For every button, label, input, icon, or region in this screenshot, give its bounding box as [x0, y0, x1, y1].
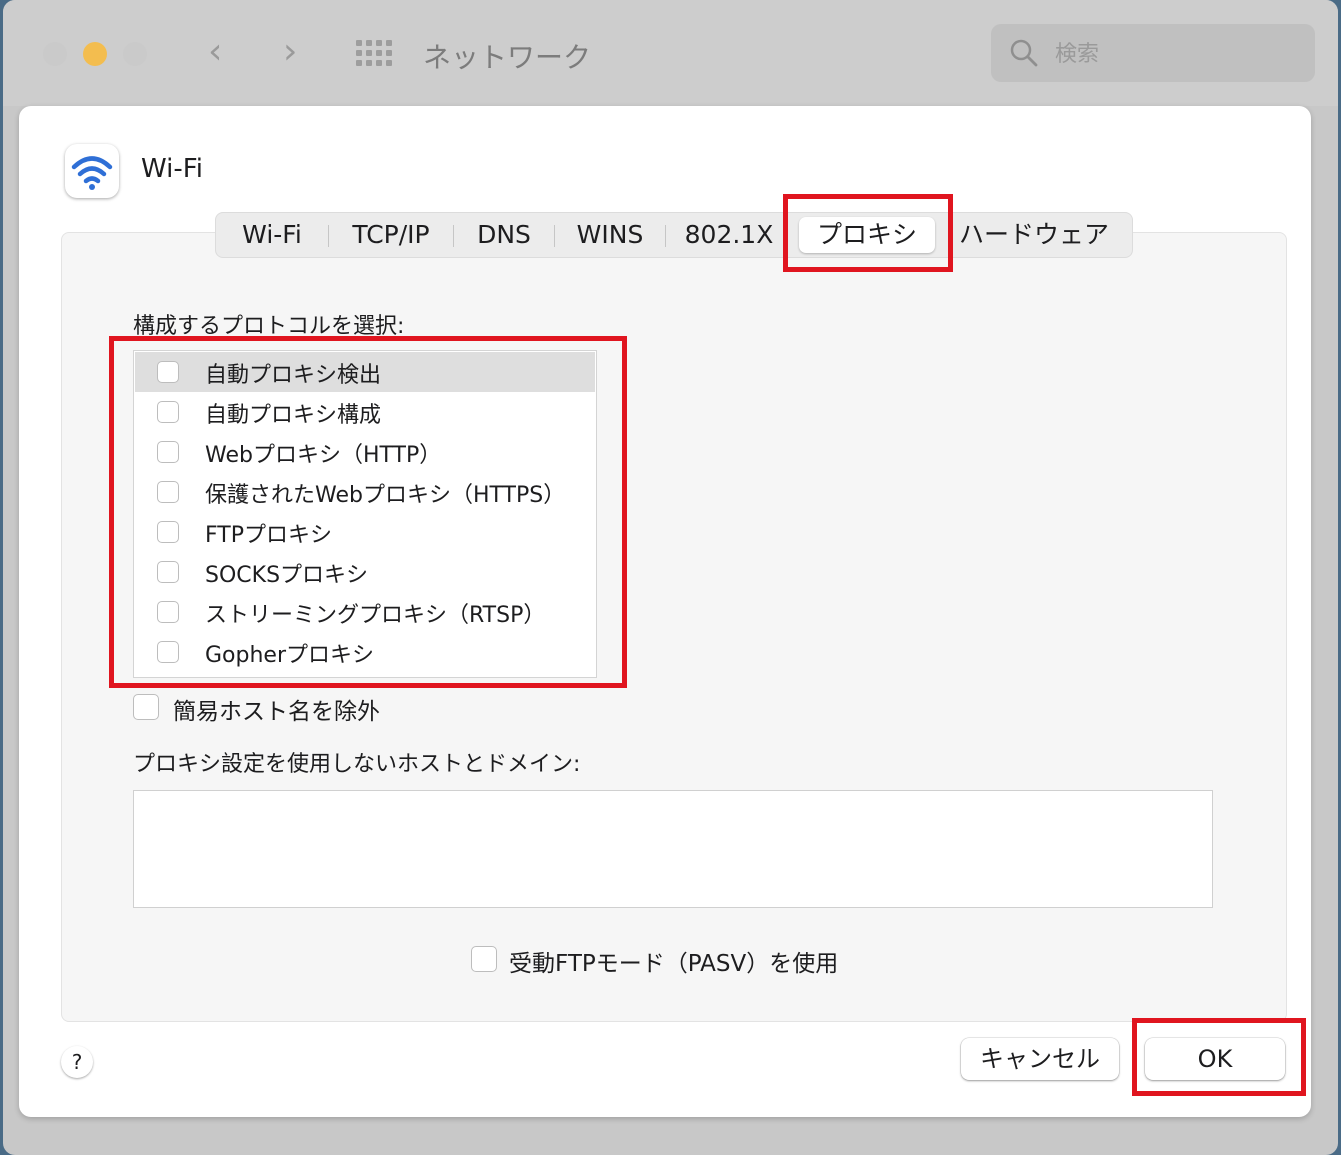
tab-dns[interactable]: DNS [454, 213, 554, 257]
passive-ftp-label: 受動FTPモード（PASV）を使用 [509, 951, 839, 977]
protocol-row-web-proxy-http[interactable]: Webプロキシ（HTTP） [135, 432, 595, 472]
protocol-row-streaming-proxy-rtsp[interactable]: ストリーミングプロキシ（RTSP） [135, 592, 595, 632]
cancel-button[interactable]: キャンセル [961, 1038, 1119, 1080]
protocol-label: 自動プロキシ検出 [205, 363, 382, 388]
tab-wins[interactable]: WINS [555, 213, 665, 257]
close-window-button[interactable] [43, 42, 67, 66]
network-preferences-window: ‹ › ネットワーク Wi-Fi Wi-Fi T [3, 0, 1338, 1155]
protocol-label: SOCKSプロキシ [205, 563, 369, 588]
search-field[interactable] [991, 24, 1315, 82]
protocol-checkbox[interactable] [157, 361, 179, 383]
minimize-window-button[interactable] [83, 42, 107, 66]
protocol-checkbox[interactable] [157, 401, 179, 423]
protocol-label: 保護されたWebプロキシ（HTTPS） [205, 483, 566, 508]
protocol-checkbox[interactable] [157, 441, 179, 463]
protocol-label: Webプロキシ（HTTP） [205, 443, 442, 468]
back-arrow-icon[interactable]: ‹ [208, 34, 222, 70]
protocol-label: 自動プロキシ構成 [205, 403, 382, 428]
protocol-label: Gopherプロキシ [205, 643, 374, 668]
passive-ftp-checkbox[interactable] [471, 946, 497, 972]
tab-wifi[interactable]: Wi-Fi [216, 213, 328, 257]
protocol-section-label: 構成するプロトコルを選択: [133, 314, 405, 339]
bypass-hosts-label: プロキシ設定を使用しないホストとドメイン: [133, 752, 581, 777]
tab-8021x[interactable]: 802.1X [666, 213, 792, 257]
help-button[interactable]: ? [61, 1046, 93, 1078]
tab-tcpip[interactable]: TCP/IP [329, 213, 453, 257]
search-icon [1010, 39, 1038, 67]
exclude-simple-hostnames-label: 簡易ホスト名を除外 [173, 699, 380, 725]
window-title: ネットワーク [423, 41, 592, 74]
protocol-row-socks-proxy[interactable]: SOCKSプロキシ [135, 552, 595, 592]
protocol-label: ストリーミングプロキシ（RTSP） [205, 603, 546, 628]
zoom-window-button[interactable] [123, 42, 147, 66]
forward-arrow-icon[interactable]: › [283, 34, 297, 70]
wifi-service-icon [65, 144, 119, 198]
protocol-checkbox[interactable] [157, 641, 179, 663]
wifi-icon [71, 156, 113, 190]
bypass-hosts-field[interactable] [133, 790, 1213, 908]
protocol-checkbox[interactable] [157, 601, 179, 623]
protocol-label: FTPプロキシ [205, 523, 332, 548]
protocol-row-auto-proxy-config[interactable]: 自動プロキシ構成 [135, 392, 595, 432]
tab-hardware[interactable]: ハードウェア [944, 213, 1124, 257]
protocol-row-ftp-proxy[interactable]: FTPプロキシ [135, 512, 595, 552]
search-input[interactable] [1053, 38, 1297, 70]
show-all-grid-icon[interactable] [356, 40, 392, 68]
tab-proxy[interactable]: プロキシ [799, 217, 935, 253]
protocol-row-auto-proxy-discovery[interactable]: 自動プロキシ検出 [135, 352, 595, 392]
exclude-simple-hostnames-checkbox[interactable] [133, 694, 159, 720]
proxy-settings-sheet: Wi-Fi Wi-Fi TCP/IP DNS WINS 802.1X プロキシ … [19, 106, 1311, 1117]
protocol-row-secure-web-proxy-https[interactable]: 保護されたWebプロキシ（HTTPS） [135, 472, 595, 512]
service-name: Wi-Fi [141, 154, 204, 184]
protocol-list: 自動プロキシ検出 自動プロキシ構成 Webプロキシ（HTTP） 保護されたWeb… [133, 350, 597, 678]
protocol-checkbox[interactable] [157, 561, 179, 583]
protocol-checkbox[interactable] [157, 521, 179, 543]
protocol-row-gopher-proxy[interactable]: Gopherプロキシ [135, 632, 595, 672]
ok-button[interactable]: OK [1145, 1038, 1285, 1080]
title-bar: ‹ › ネットワーク [3, 0, 1338, 106]
protocol-checkbox[interactable] [157, 481, 179, 503]
tab-bar: Wi-Fi TCP/IP DNS WINS 802.1X プロキシ ハードウェア [215, 212, 1133, 258]
